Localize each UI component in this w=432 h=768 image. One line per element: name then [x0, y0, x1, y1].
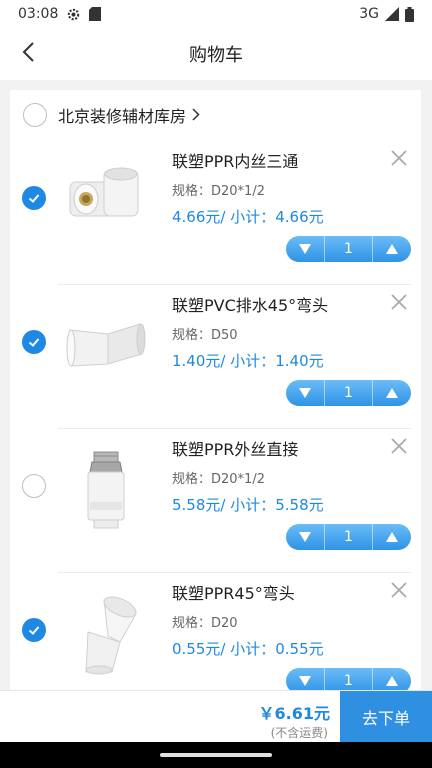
check-icon: [28, 338, 40, 347]
remove-item-button[interactable]: [387, 578, 411, 602]
home-indicator[interactable]: [160, 753, 272, 757]
decrease-button[interactable]: [286, 380, 324, 406]
increase-button[interactable]: [373, 380, 411, 406]
checkout-bar: ￥6.61元 (不含运费) 去下单: [0, 690, 432, 743]
product-image-ppr-45-elbow[interactable]: [64, 592, 148, 676]
triangle-up-icon: [386, 532, 398, 542]
product-title[interactable]: 联塑PPR外丝直接: [172, 436, 298, 460]
product-image-pvc-45-elbow[interactable]: [64, 304, 148, 388]
triangle-up-icon: [386, 244, 398, 254]
close-icon: [391, 294, 407, 310]
settings-gear-icon: [66, 7, 81, 22]
quantity-stepper: 1: [286, 380, 411, 406]
chevron-right-icon: [192, 106, 200, 125]
shipping-note: (不含运费): [270, 726, 328, 740]
cart-item: 联塑PPR外丝直接 规格：D20*1/2 5.58元/ 小计：5.58元 1: [10, 428, 421, 572]
product-title[interactable]: 联塑PVC排水45°弯头: [172, 292, 328, 316]
triangle-down-icon: [299, 244, 311, 254]
triangle-up-icon: [386, 676, 398, 686]
page-title: 购物车: [189, 45, 243, 66]
product-image-ppr-female-tee[interactable]: [64, 160, 148, 244]
item-checkbox[interactable]: [22, 618, 46, 642]
system-nav-bar: [0, 742, 432, 768]
close-icon: [391, 438, 407, 454]
triangle-down-icon: [299, 532, 311, 542]
cart-item: 联塑PVC排水45°弯头 规格：D50 1.40元/ 小计：1.40元 1: [10, 284, 421, 428]
chevron-left-icon: [21, 41, 35, 67]
remove-item-button[interactable]: [387, 434, 411, 458]
cart-card: 北京装修辅材库房 联塑PPR内丝三通 规格：D20*1/2 4.66元/ 小计：…: [10, 90, 421, 690]
check-icon: [28, 194, 40, 203]
total-area: ￥6.61元 (不含运费): [0, 691, 340, 742]
checkout-button[interactable]: 去下单: [340, 691, 432, 743]
status-time: 03:08: [18, 6, 59, 22]
quantity-value[interactable]: 1: [324, 524, 373, 550]
item-checkbox[interactable]: [22, 330, 46, 354]
product-spec: 规格：D50: [172, 328, 238, 343]
product-spec: 规格：D20: [172, 616, 238, 631]
store-checkbox[interactable]: [23, 103, 47, 127]
store-name: 北京装修辅材库房: [58, 107, 187, 126]
increase-button[interactable]: [373, 668, 411, 690]
total-price: ￥6.61元: [258, 704, 330, 723]
quantity-value[interactable]: 1: [324, 380, 373, 406]
signal-icon: [385, 7, 399, 21]
product-price: 4.66元/ 小计：4.66元: [172, 208, 324, 226]
product-spec: 规格：D20*1/2: [172, 472, 265, 487]
remove-item-button[interactable]: [387, 146, 411, 170]
cart-item: 联塑PPR45°弯头 规格：D20 0.55元/ 小计：0.55元 1: [10, 572, 421, 690]
network-type: 3G: [359, 6, 379, 22]
decrease-button[interactable]: [286, 668, 324, 690]
cart-item: 联塑PPR内丝三通 规格：D20*1/2 4.66元/ 小计：4.66元 1: [10, 140, 421, 284]
item-checkbox[interactable]: [22, 186, 46, 210]
store-link[interactable]: 北京装修辅材库房: [58, 103, 200, 127]
check-icon: [28, 626, 40, 635]
increase-button[interactable]: [373, 236, 411, 262]
product-title[interactable]: 联塑PPR内丝三通: [172, 148, 298, 172]
decrease-button[interactable]: [286, 524, 324, 550]
item-checkbox[interactable]: [22, 474, 46, 498]
quantity-value[interactable]: 1: [324, 236, 373, 262]
quantity-stepper: 1: [286, 668, 411, 690]
quantity-value[interactable]: 1: [324, 668, 373, 690]
quantity-stepper: 1: [286, 236, 411, 262]
remove-item-button[interactable]: [387, 290, 411, 314]
status-bar: 03:08 3G: [0, 0, 432, 28]
close-icon: [391, 150, 407, 166]
decrease-button[interactable]: [286, 236, 324, 262]
triangle-down-icon: [299, 676, 311, 686]
sd-card-icon: [89, 7, 102, 21]
app-header: 购物车: [0, 28, 432, 80]
battery-icon: [405, 6, 414, 22]
triangle-down-icon: [299, 388, 311, 398]
store-row: 北京装修辅材库房: [10, 90, 421, 140]
product-spec: 规格：D20*1/2: [172, 184, 265, 199]
product-image-ppr-male-coupling[interactable]: [64, 448, 148, 532]
product-price: 5.58元/ 小计：5.58元: [172, 496, 324, 514]
product-price: 1.40元/ 小计：1.40元: [172, 352, 324, 370]
close-icon: [391, 582, 407, 598]
product-price: 0.55元/ 小计：0.55元: [172, 640, 324, 658]
increase-button[interactable]: [373, 524, 411, 550]
triangle-up-icon: [386, 388, 398, 398]
back-button[interactable]: [10, 36, 46, 72]
product-title[interactable]: 联塑PPR45°弯头: [172, 580, 295, 604]
quantity-stepper: 1: [286, 524, 411, 550]
